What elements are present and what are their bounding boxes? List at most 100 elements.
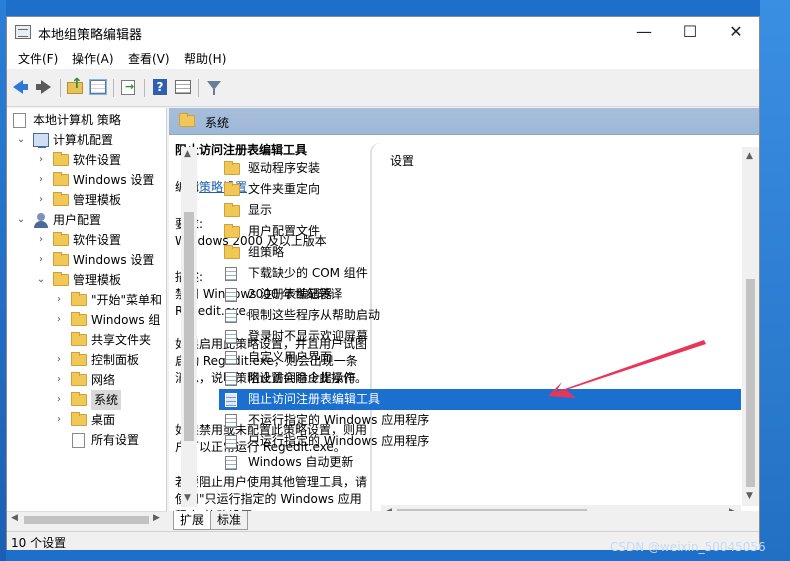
tree-horizontal-scrollbar[interactable]: ◀ ▶ bbox=[7, 511, 167, 528]
chevron-right-icon[interactable]: › bbox=[53, 370, 65, 390]
tree-item-desktop[interactable]: › 桌面 bbox=[53, 410, 166, 430]
chevron-down-icon[interactable]: ⌄ bbox=[35, 270, 47, 290]
chevron-right-icon[interactable]: › bbox=[53, 310, 65, 330]
chevron-right-icon[interactable]: › bbox=[53, 350, 65, 370]
status-text: 10 个设置 bbox=[11, 536, 67, 550]
folder-icon bbox=[53, 172, 69, 186]
tree-item-software-settings[interactable]: › 软件设置 bbox=[35, 150, 166, 170]
menu-view[interactable]: 查看(V) bbox=[128, 50, 170, 67]
tree-item-control-panel[interactable]: › 控制面板 bbox=[53, 350, 166, 370]
list-item[interactable]: 下载缺少的 COM 组件 bbox=[219, 263, 577, 284]
policy-setting-icon bbox=[225, 414, 237, 428]
list-vertical-scrollbar[interactable]: ▲ ▼ bbox=[742, 147, 759, 506]
chevron-right-icon[interactable]: › bbox=[35, 250, 47, 270]
chevron-right-icon[interactable]: › bbox=[35, 170, 47, 190]
tree-item-system[interactable]: › 系统 bbox=[53, 390, 166, 410]
chevron-down-icon[interactable]: ⌄ bbox=[15, 210, 27, 230]
policy-setting-icon bbox=[225, 372, 237, 386]
list-item[interactable]: 只运行指定的 Windows 应用程序 bbox=[219, 431, 577, 452]
folder-up-icon bbox=[67, 76, 83, 94]
list-item[interactable]: 2000 年世纪转译 bbox=[219, 284, 577, 305]
scroll-up-icon[interactable]: ▲ bbox=[184, 149, 191, 159]
tree-item-computer-config[interactable]: ⌄ 计算机配置 bbox=[15, 130, 166, 150]
folder-icon bbox=[71, 412, 87, 426]
minimize-button[interactable]: — bbox=[621, 17, 667, 47]
chevron-down-icon[interactable]: ⌄ bbox=[15, 130, 27, 150]
folder-icon bbox=[71, 372, 87, 386]
chevron-right-icon[interactable]: › bbox=[53, 410, 65, 430]
scroll-down-icon[interactable]: ▼ bbox=[746, 491, 753, 501]
scroll-down-icon[interactable]: ▼ bbox=[184, 493, 191, 503]
folder-icon bbox=[53, 232, 69, 246]
tree-item-windows-components[interactable]: › Windows 组 bbox=[53, 310, 166, 330]
folder-icon bbox=[179, 113, 195, 127]
folder-icon bbox=[224, 182, 240, 196]
tree-item-network[interactable]: › 网络 bbox=[53, 370, 166, 390]
view-tabs: 扩展 标准 bbox=[169, 511, 759, 531]
console-tree[interactable]: 本地计算机 策略 ⌄ 计算机配置 › 软件设置 › Windows 设置 › 管… bbox=[7, 108, 167, 511]
scroll-right-icon[interactable]: ▶ bbox=[153, 513, 160, 523]
tab-standard[interactable]: 标准 bbox=[210, 511, 249, 530]
scroll-up-icon[interactable]: ▲ bbox=[746, 151, 753, 161]
folder-icon bbox=[53, 152, 69, 166]
properties-button[interactable] bbox=[174, 78, 192, 96]
chevron-right-icon[interactable]: › bbox=[35, 190, 47, 210]
menu-file[interactable]: 文件(F) bbox=[18, 50, 58, 67]
scrollbar-thumb[interactable] bbox=[24, 516, 149, 524]
tree-root[interactable]: 本地计算机 策略 bbox=[11, 110, 166, 130]
chevron-right-icon[interactable]: › bbox=[35, 150, 47, 170]
tree-item-windows-settings[interactable]: › Windows 设置 bbox=[35, 170, 166, 190]
chevron-right-icon[interactable]: › bbox=[35, 230, 47, 250]
tree-item-software-settings[interactable]: › 软件设置 bbox=[35, 230, 166, 250]
list-item[interactable]: 显示 bbox=[219, 200, 577, 221]
list-item[interactable]: 文件夹重定向 bbox=[219, 179, 577, 200]
tree-item-admin-templates[interactable]: › 管理模板 bbox=[35, 190, 166, 210]
list-item[interactable]: 登录时不显示欢迎屏幕 bbox=[219, 326, 577, 347]
menu-help[interactable]: 帮助(H) bbox=[184, 50, 226, 67]
scrollbar-thumb[interactable] bbox=[746, 279, 755, 487]
list-item[interactable]: Windows 自动更新 bbox=[219, 452, 577, 473]
tree-item-user-config[interactable]: ⌄ 用户配置 bbox=[15, 210, 166, 230]
title-bar[interactable]: 本地组策略编辑器 — ☐ ✕ bbox=[7, 17, 759, 47]
chevron-right-icon[interactable]: › bbox=[53, 290, 65, 310]
scrollbar-thumb[interactable] bbox=[184, 212, 194, 441]
list-item[interactable]: 不运行指定的 Windows 应用程序 bbox=[219, 410, 577, 431]
scroll-left-icon[interactable]: ◀ bbox=[11, 513, 18, 523]
gpedit-window: 本地组策略编辑器 — ☐ ✕ 文件(F) 操作(A) 查看(V) 帮助(H) ?… bbox=[6, 16, 760, 550]
export-icon bbox=[121, 80, 135, 95]
details-header-title: 系统 bbox=[205, 116, 230, 130]
tree-item-start-menu[interactable]: › "开始"菜单和 bbox=[53, 290, 166, 310]
back-button[interactable] bbox=[13, 78, 31, 96]
forward-arrow-icon bbox=[36, 80, 51, 94]
list-item[interactable]: 驱动程序安装 bbox=[219, 158, 577, 179]
folder-icon bbox=[53, 272, 69, 286]
forward-button[interactable] bbox=[35, 78, 53, 96]
description-text-4: 若要阻止用户使用其他管理工具，请使用"只运行指定的 Windows 应用程序"策… bbox=[175, 475, 368, 511]
folder-icon bbox=[53, 252, 69, 266]
tree-item-windows-settings[interactable]: › Windows 设置 bbox=[35, 250, 166, 270]
export-list-button[interactable] bbox=[120, 78, 138, 96]
maximize-button[interactable]: ☐ bbox=[667, 17, 713, 47]
tree-item-shared-folders[interactable]: 共享文件夹 bbox=[53, 330, 166, 350]
folder-icon bbox=[71, 332, 87, 346]
menu-action[interactable]: 操作(A) bbox=[72, 50, 114, 67]
filter-button[interactable] bbox=[205, 78, 223, 96]
list-item[interactable]: 用户配置文件 bbox=[219, 221, 577, 242]
show-hide-tree-button[interactable] bbox=[89, 78, 107, 96]
toolbar-separator bbox=[113, 79, 114, 97]
tab-extended[interactable]: 扩展 bbox=[173, 511, 212, 530]
chevron-right-icon[interactable]: › bbox=[53, 390, 65, 410]
description-vertical-scrollbar[interactable]: ▲ ▼ bbox=[181, 147, 197, 507]
close-button[interactable]: ✕ bbox=[713, 17, 759, 47]
help-button[interactable]: ? bbox=[152, 78, 170, 96]
tree-item-all-settings[interactable]: 所有设置 bbox=[53, 430, 166, 450]
list-item[interactable]: 限制这些程序从帮助启动 bbox=[219, 305, 577, 326]
up-level-button[interactable] bbox=[66, 76, 84, 96]
list-item-selected[interactable]: 阻止访问注册表编辑工具 bbox=[219, 389, 741, 410]
list-item[interactable]: 自定义用户界面 bbox=[219, 347, 577, 368]
gpedit-app-icon bbox=[15, 25, 31, 39]
tree-item-admin-templates[interactable]: ⌄ 管理模板 bbox=[35, 270, 166, 290]
list-item[interactable]: 组策略 bbox=[219, 242, 577, 263]
folder-icon bbox=[71, 392, 87, 406]
list-item[interactable]: 阻止访问命令提示符 bbox=[219, 368, 577, 389]
